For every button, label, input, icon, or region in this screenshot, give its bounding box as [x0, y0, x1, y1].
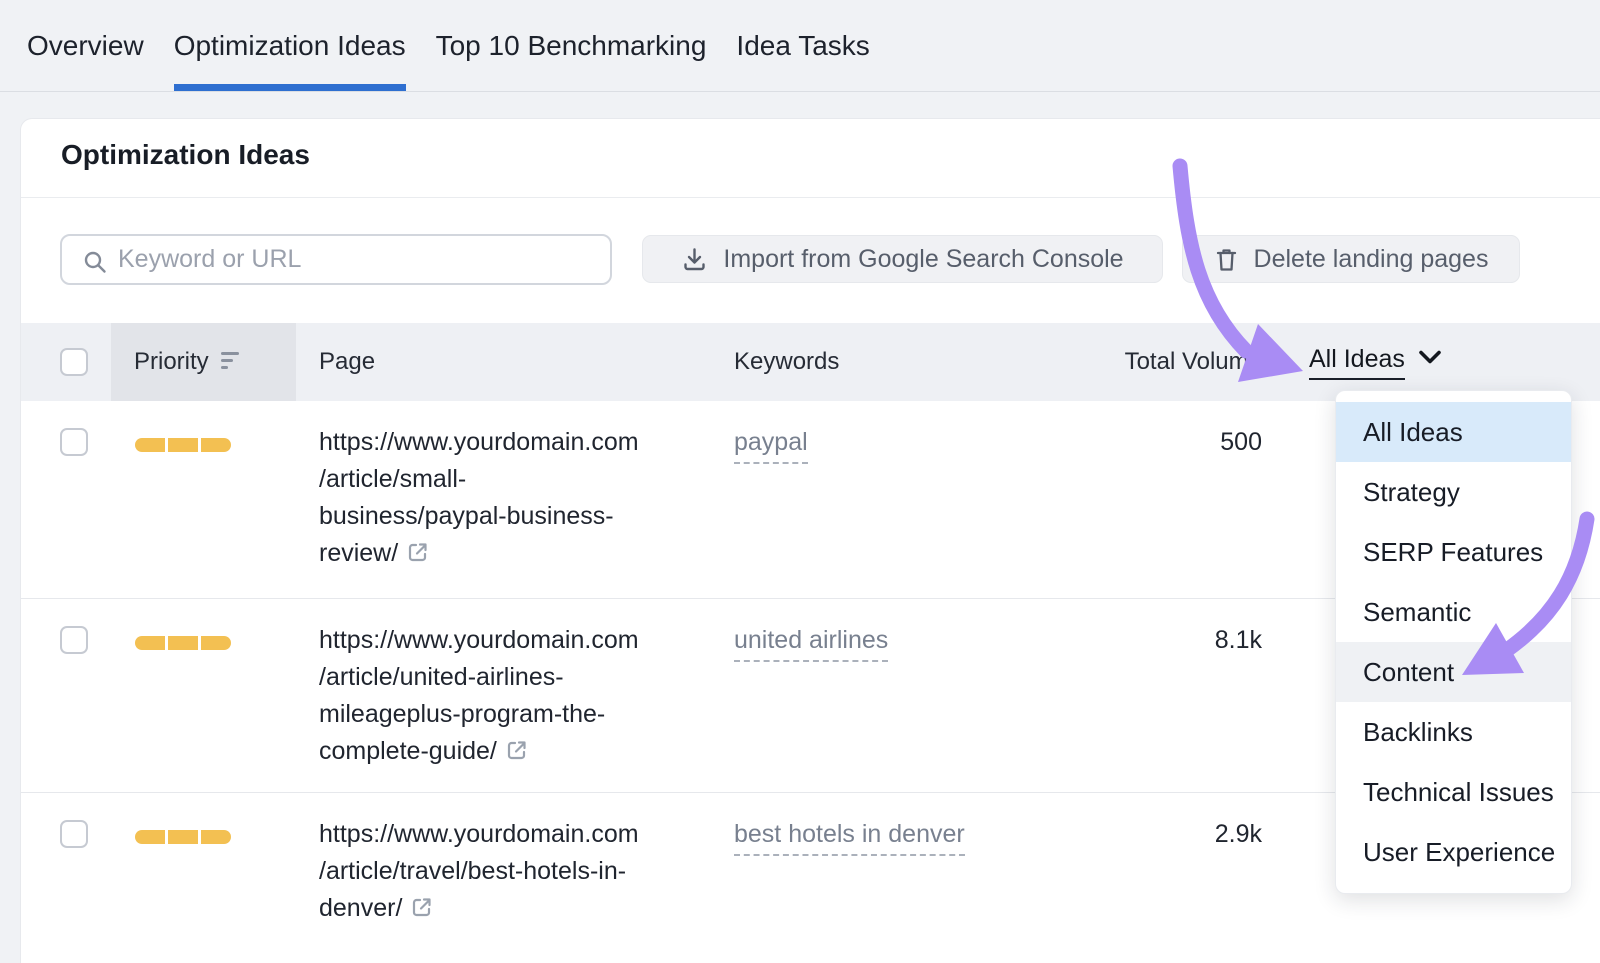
keyword-link[interactable]: best hotels in denver [734, 820, 965, 856]
search-icon [82, 249, 108, 275]
total-volume-value: 2.9k [1215, 820, 1262, 849]
url-line: denver/ [319, 890, 719, 927]
page-url: https://www.yourdomain.com /article/unit… [319, 622, 719, 770]
trash-icon [1214, 246, 1239, 273]
url-line: mileageplus-program-the- [319, 696, 719, 733]
url-line: review/ [319, 535, 719, 572]
delete-landing-pages-button[interactable]: Delete landing pages [1182, 235, 1520, 283]
url-line: complete-guide/ [319, 733, 719, 770]
download-icon [681, 246, 708, 273]
dropdown-item-backlinks[interactable]: Backlinks [1336, 702, 1571, 762]
url-line: business/paypal-business- [319, 498, 719, 535]
tab-top-10-benchmarking[interactable]: Top 10 Benchmarking [436, 0, 707, 91]
row-checkbox[interactable] [60, 428, 88, 456]
url-line: https://www.yourdomain.com [319, 622, 719, 659]
url-line: https://www.yourdomain.com [319, 424, 719, 461]
url-line: /article/travel/best-hotels-in- [319, 853, 719, 890]
priority-indicator [135, 636, 231, 650]
external-link-icon[interactable] [505, 738, 529, 762]
url-line: https://www.yourdomain.com [319, 816, 719, 853]
keyword-link[interactable]: paypal [734, 428, 808, 464]
search-box [60, 234, 612, 285]
header-total-volume: Total Volume [1125, 348, 1262, 376]
dropdown-item-user-experience[interactable]: User Experience [1336, 822, 1571, 882]
page-url: https://www.yourdomain.com /article/trav… [319, 816, 719, 927]
url-line: /article/small- [319, 461, 719, 498]
external-link-icon[interactable] [406, 540, 430, 564]
page-title: Optimization Ideas [61, 139, 310, 171]
import-button-label: Import from Google Search Console [723, 245, 1123, 274]
tab-overview[interactable]: Overview [27, 0, 144, 91]
url-line: /article/united-airlines- [319, 659, 719, 696]
total-volume-value: 500 [1220, 428, 1262, 457]
search-input[interactable] [118, 238, 600, 281]
priority-indicator [135, 438, 231, 452]
dropdown-item-all-ideas[interactable]: All Ideas [1336, 402, 1571, 462]
priority-indicator [135, 830, 231, 844]
tab-optimization-ideas[interactable]: Optimization Ideas [174, 0, 406, 91]
header-priority[interactable]: Priority [134, 348, 239, 376]
dropdown-item-serp-features[interactable]: SERP Features [1336, 522, 1571, 582]
header-priority-label: Priority [134, 348, 209, 375]
tab-idea-tasks[interactable]: Idea Tasks [736, 0, 869, 91]
delete-button-label: Delete landing pages [1254, 245, 1489, 274]
header-keywords: Keywords [734, 348, 839, 376]
import-from-gsc-button[interactable]: Import from Google Search Console [642, 235, 1163, 283]
page-url: https://www.yourdomain.com /article/smal… [319, 424, 719, 572]
chevron-down-icon [1418, 349, 1442, 365]
dropdown-item-strategy[interactable]: Strategy [1336, 462, 1571, 522]
keyword-link[interactable]: united airlines [734, 626, 888, 662]
header-page: Page [319, 348, 375, 376]
dropdown-item-content[interactable]: Content [1336, 642, 1571, 702]
card-divider [21, 197, 1600, 198]
ideas-filter-label: All Ideas [1309, 345, 1405, 380]
sort-descending-icon [221, 352, 239, 373]
top-tab-bar: Overview Optimization Ideas Top 10 Bench… [0, 0, 1600, 92]
row-checkbox[interactable] [60, 626, 88, 654]
total-volume-value: 8.1k [1215, 626, 1262, 655]
external-link-icon[interactable] [410, 895, 434, 919]
ideas-filter-dropdown-trigger[interactable]: All Ideas [1309, 345, 1442, 374]
select-all-checkbox[interactable] [60, 348, 88, 376]
dropdown-item-technical-issues[interactable]: Technical Issues [1336, 762, 1571, 822]
dropdown-item-semantic[interactable]: Semantic [1336, 582, 1571, 642]
ideas-filter-dropdown-menu: All Ideas Strategy SERP Features Semanti… [1335, 390, 1572, 894]
row-checkbox[interactable] [60, 820, 88, 848]
